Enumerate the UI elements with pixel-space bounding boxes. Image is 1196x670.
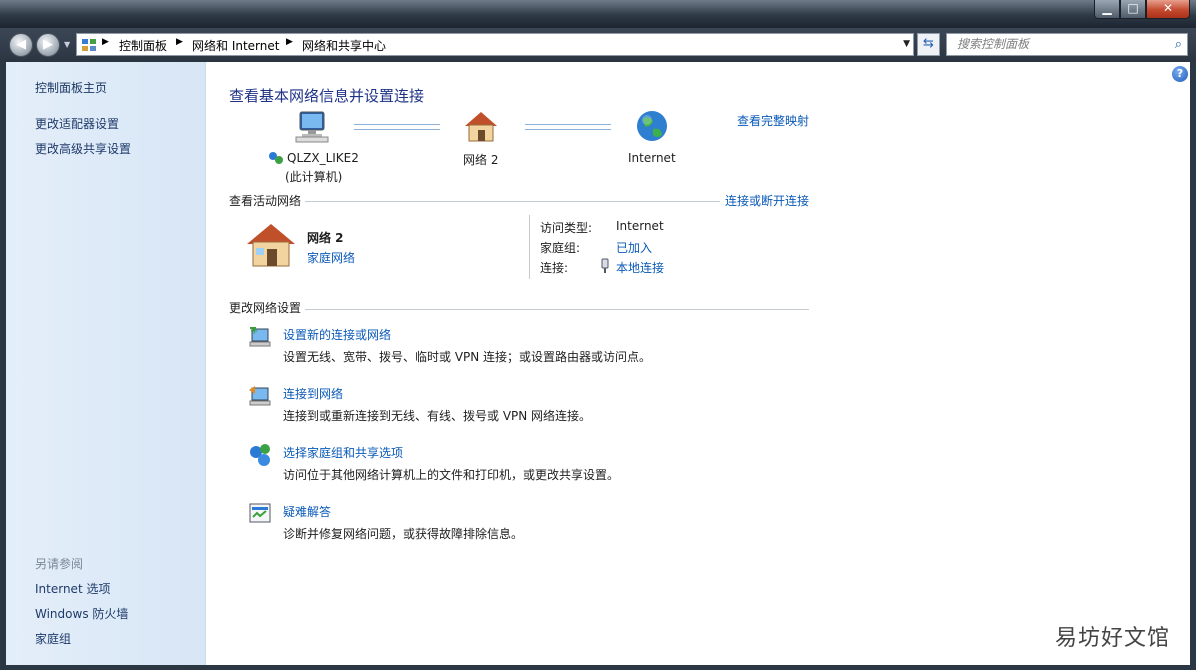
computer-name: QLZX_LIKE2: [287, 151, 359, 165]
see-also-heading: 另请参阅: [35, 557, 84, 571]
computer-icon: [295, 111, 329, 143]
connection-line: [525, 124, 611, 130]
recent-pages-dropdown[interactable]: ▼: [64, 40, 70, 49]
view-full-map-link[interactable]: 查看完整映射: [737, 112, 809, 129]
troubleshoot-icon: [249, 503, 271, 523]
navigation-toolbar: ◀ ▶ ▼ ▶ 控制面板 ▶ 网络和 Internet ▶ 网络和共享中心 ▼ …: [0, 28, 1196, 62]
title-bar: ▁ □ ✕: [0, 0, 1196, 28]
local-connection-link[interactable]: 本地连接: [616, 259, 664, 276]
sidebar-internet-options[interactable]: Internet 选项: [35, 580, 110, 597]
search-box[interactable]: ⌕: [946, 33, 1188, 56]
connect-to-network-desc: 连接到或重新连接到无线、有线、拨号或 VPN 网络连接。: [283, 409, 592, 423]
address-history-dropdown[interactable]: ▼: [903, 39, 910, 49]
watermark: 易坊好文馆: [1054, 626, 1170, 651]
map-network-name: 网络 2: [463, 153, 499, 167]
home-network-icon: [247, 224, 295, 267]
back-button[interactable]: ◀: [9, 33, 33, 57]
access-type-value: Internet: [616, 219, 664, 233]
connect-to-network-link[interactable]: 连接到网络: [283, 385, 343, 402]
svg-text:+: +: [250, 326, 258, 337]
map-internet-label: Internet: [628, 151, 676, 165]
homegroup-sharing-link[interactable]: 选择家庭组和共享选项: [283, 444, 403, 461]
forward-button[interactable]: ▶: [36, 33, 60, 57]
change-settings-heading: 更改网络设置: [229, 301, 302, 315]
homegroup-sharing-icon: [250, 444, 270, 466]
breadcrumb-network-internet[interactable]: 网络和 Internet: [192, 37, 279, 54]
homegroup-joined-link[interactable]: 已加入: [616, 239, 652, 256]
active-networks-heading: 查看活动网络: [229, 194, 302, 208]
divider: [305, 309, 809, 310]
computer-subtitle: (此计算机): [285, 170, 343, 184]
breadcrumb-separator[interactable]: ▶: [176, 37, 183, 47]
sidebar-control-panel-home[interactable]: 控制面板主页: [35, 79, 107, 96]
task-pane: 控制面板主页 更改适配器设置 更改高级共享设置 另请参阅 Internet 选项…: [6, 62, 206, 665]
sidebar-change-adapter-settings[interactable]: 更改适配器设置: [35, 115, 119, 132]
close-button[interactable]: ✕: [1146, 0, 1190, 19]
help-icon[interactable]: ?: [1172, 66, 1188, 82]
access-type-label: 访问类型:: [540, 221, 593, 235]
homegroup-label: 家庭组:: [540, 241, 581, 255]
control-panel-icon: [82, 39, 96, 51]
window-frame-bottom: [0, 665, 1196, 670]
page-title: 查看基本网络信息并设置连接: [229, 87, 425, 105]
window-frame-right: [1190, 62, 1196, 670]
refresh-button[interactable]: ⇆: [917, 33, 940, 56]
active-network-name: 网络 2: [307, 231, 344, 245]
address-bar[interactable]: ▶ 控制面板 ▶ 网络和 Internet ▶ 网络和共享中心 ▼: [76, 33, 914, 56]
minimize-button[interactable]: ▁: [1094, 0, 1120, 19]
window-controls: ▁ □ ✕: [1094, 0, 1190, 19]
divider: [305, 201, 720, 202]
breadcrumb-separator[interactable]: ▶: [102, 37, 109, 47]
new-connection-icon: +: [249, 326, 271, 347]
connect-disconnect-link[interactable]: 连接或断开连接: [725, 192, 809, 209]
refresh-icon: ⇆: [923, 36, 934, 51]
search-input[interactable]: [955, 36, 1159, 52]
sidebar-homegroup[interactable]: 家庭组: [35, 630, 71, 647]
setup-new-connection-desc: 设置无线、宽带、拨号、临时或 VPN 连接；或设置路由器或访问点。: [283, 350, 652, 364]
breadcrumb-separator[interactable]: ▶: [286, 37, 293, 47]
connection-line: [354, 124, 440, 130]
sidebar-windows-firewall[interactable]: Windows 防火墙: [35, 605, 128, 622]
connection-label: 连接:: [540, 261, 569, 275]
breadcrumb-control-panel[interactable]: 控制面板: [119, 37, 167, 54]
connect-to-network-icon: [249, 386, 271, 406]
home-network-icon: [465, 112, 497, 142]
troubleshoot-desc: 诊断并修复网络问题，或获得故障排除信息。: [283, 527, 524, 541]
sidebar-change-advanced-sharing[interactable]: 更改高级共享设置: [35, 140, 131, 157]
maximize-button[interactable]: □: [1120, 0, 1146, 19]
globe-icon: [637, 111, 667, 141]
troubleshoot-link[interactable]: 疑难解答: [283, 503, 331, 520]
homegroup-sharing-desc: 访问位于其他网络计算机上的文件和打印机，或更改共享设置。: [283, 468, 620, 482]
vertical-divider: [529, 215, 530, 279]
breadcrumb-network-sharing-center[interactable]: 网络和共享中心: [302, 37, 386, 54]
search-icon[interactable]: ⌕: [1175, 37, 1182, 52]
setup-new-connection-link[interactable]: 设置新的连接或网络: [283, 326, 391, 343]
network-type-link[interactable]: 家庭网络: [307, 249, 355, 266]
network-status-icon: [269, 152, 283, 164]
ethernet-icon: [601, 258, 609, 273]
